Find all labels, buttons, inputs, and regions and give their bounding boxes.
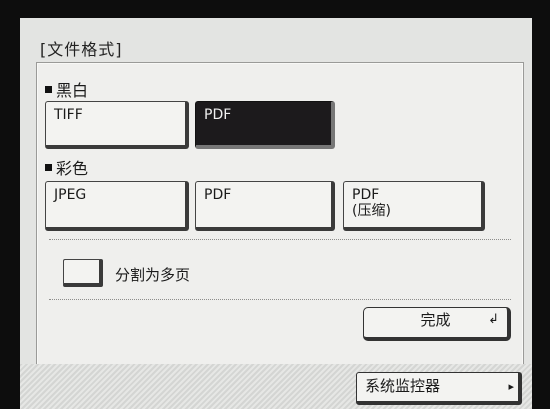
bullet-square-icon: [45, 163, 52, 171]
section-divider: [49, 239, 511, 240]
mono-tiff-label: TIFF: [54, 107, 83, 123]
color-jpeg-label: JPEG: [54, 187, 87, 203]
monochrome-label: 黑白: [56, 81, 89, 100]
color-pdf-compressed-button[interactable]: PDF (压缩): [343, 181, 485, 231]
system-monitor-label: 系统监控器: [365, 377, 441, 395]
bullet-square-icon: [45, 85, 52, 93]
color-pdf-compressed-label-line2: (压缩): [352, 203, 391, 219]
monochrome-section-label: 黑白: [45, 77, 88, 101]
done-label: 完成: [420, 311, 451, 329]
arrow-right-icon: ▸: [508, 380, 514, 393]
bottom-bar: 系统监控器 ▸: [20, 364, 532, 409]
color-pdf-label: PDF: [204, 187, 232, 203]
split-pages-checkbox[interactable]: [63, 259, 103, 287]
page-title: [文件格式]: [40, 40, 123, 59]
color-pdf-button[interactable]: PDF: [195, 181, 335, 231]
mono-pdf-label: PDF: [204, 107, 232, 123]
split-pages-label: 分割为多页: [115, 266, 191, 284]
color-section-label: 彩色: [45, 155, 88, 179]
color-label: 彩色: [56, 159, 89, 178]
mono-pdf-button[interactable]: PDF: [195, 101, 335, 149]
device-screen: [文件格式] 黑白 TIFF PDF 彩色 JPEG PDF PDF (压缩) …: [20, 18, 532, 409]
file-format-panel: 黑白 TIFF PDF 彩色 JPEG PDF PDF (压缩) 分割为多页 完…: [36, 62, 524, 366]
color-jpeg-button[interactable]: JPEG: [45, 181, 189, 231]
color-pdf-compressed-label-line1: PDF: [352, 187, 380, 203]
done-button[interactable]: 完成 ↲: [363, 307, 511, 341]
system-monitor-button[interactable]: 系统监控器 ▸: [356, 372, 522, 405]
section-divider: [49, 299, 511, 300]
enter-icon: ↲: [488, 312, 499, 327]
mono-tiff-button[interactable]: TIFF: [45, 101, 189, 149]
